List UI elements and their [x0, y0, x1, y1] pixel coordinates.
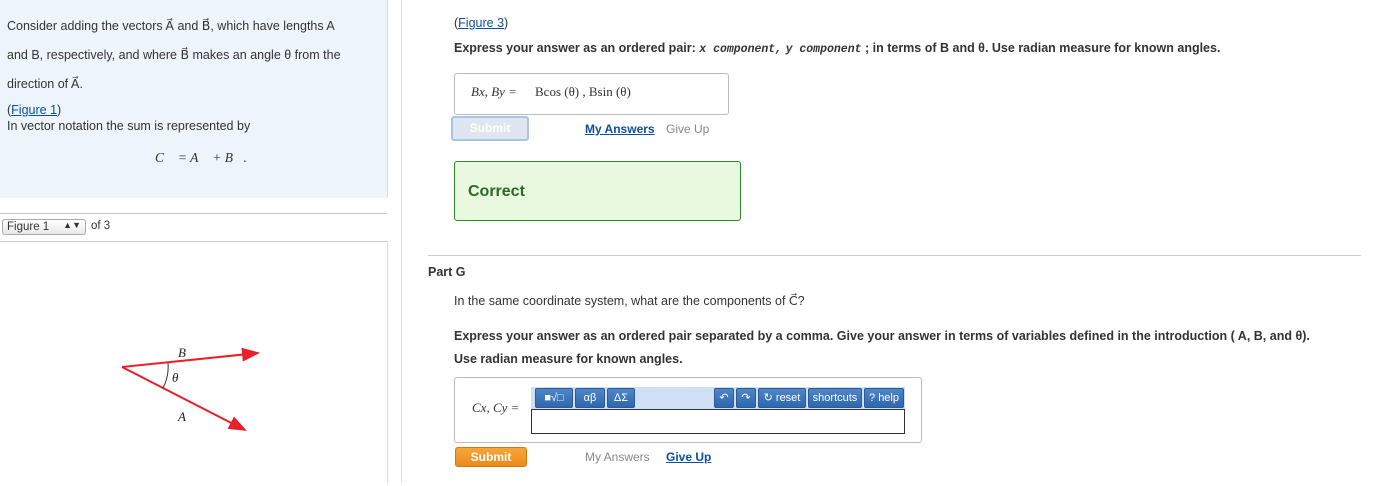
introduction-panel: Consider adding the vectors A⃗ and B⃗, w…	[0, 0, 388, 198]
vector-b-label: B⃗	[178, 345, 196, 360]
part-g-my-answers-link: My Answers	[585, 450, 650, 464]
figure-1-link[interactable]: Figure 1	[11, 103, 57, 117]
intro-line-1: Consider adding the vectors A⃗ and B⃗, w…	[7, 19, 335, 33]
part-g-answer-input[interactable]	[531, 409, 905, 434]
figure-navigation-bar: Figure 1 ▲▼ of 3	[0, 213, 387, 242]
intro-line-3: direction of A⃗.	[7, 77, 83, 91]
undo-button[interactable]: ↶	[714, 388, 734, 408]
vector-a-label: A⃗	[177, 409, 196, 424]
part-separator	[428, 255, 1361, 256]
left-panel: Consider adding the vectors A⃗ and B⃗, w…	[0, 0, 388, 483]
figure-3-link[interactable]: Figure 3	[458, 16, 504, 30]
templates-button[interactable]: ■√□	[535, 388, 573, 408]
sum-equation: C⃗ = A⃗ + B⃗.	[155, 150, 247, 165]
theta-label: θ	[172, 370, 179, 385]
greek-button[interactable]: αβ	[575, 388, 605, 408]
part-f-give-up-link: Give Up	[666, 122, 710, 136]
select-arrows-icon: ▲▼	[63, 220, 81, 230]
part-f-instruction: Express your answer as an ordered pair: …	[454, 41, 1221, 56]
part-g-answer-label: Cx, Cy =	[472, 400, 520, 415]
reset-button[interactable]: ↻ reset	[758, 388, 806, 408]
help-button[interactable]: ? help	[864, 388, 904, 408]
part-f-my-answers-link[interactable]: My Answers	[585, 122, 655, 136]
figure-select[interactable]: Figure 1 ▲▼	[2, 219, 86, 235]
part-g-instruction-1: Express your answer as an ordered pair s…	[454, 329, 1310, 343]
part-f-answer-value: Bcos (θ) , Bsin (θ)	[535, 84, 631, 99]
correct-feedback: Correct	[454, 161, 741, 221]
part-f-answer-box: Bx, By = Bcos (θ) , Bsin (θ)	[454, 73, 729, 115]
reset-icon: ↻	[763, 392, 773, 404]
help-icon: ?	[869, 392, 876, 404]
figure-count: of 3	[91, 220, 111, 232]
part-g-give-up-link[interactable]: Give Up	[666, 450, 711, 464]
part-g-submit-button[interactable]: Submit	[455, 447, 527, 467]
figure-select-value: Figure 1	[7, 221, 50, 233]
panel-divider	[401, 0, 402, 483]
angle-arc	[162, 362, 169, 389]
figure-area: B⃗ A⃗ θ	[0, 241, 388, 483]
redo-button[interactable]: ↷	[736, 388, 756, 408]
part-f-submit-button[interactable]: Submit	[451, 116, 529, 141]
part-g-title: Part G	[428, 265, 466, 279]
intro-line-4: In vector notation the sum is represente…	[7, 119, 251, 133]
part-f-answer-label: Bx, By =	[471, 84, 517, 99]
correct-feedback-text: Correct	[468, 183, 525, 200]
part-g-question: In the same coordinate system, what are …	[454, 294, 805, 308]
intro-line-2: and B, respectively, and where B⃗ makes …	[7, 48, 341, 62]
vector-diagram: B⃗ A⃗ θ	[121, 345, 260, 431]
part-g-instruction-2: Use radian measure for known angles.	[454, 352, 683, 366]
symbols-button[interactable]: ΔΣ	[607, 388, 635, 408]
shortcuts-button[interactable]: shortcuts	[808, 388, 862, 408]
